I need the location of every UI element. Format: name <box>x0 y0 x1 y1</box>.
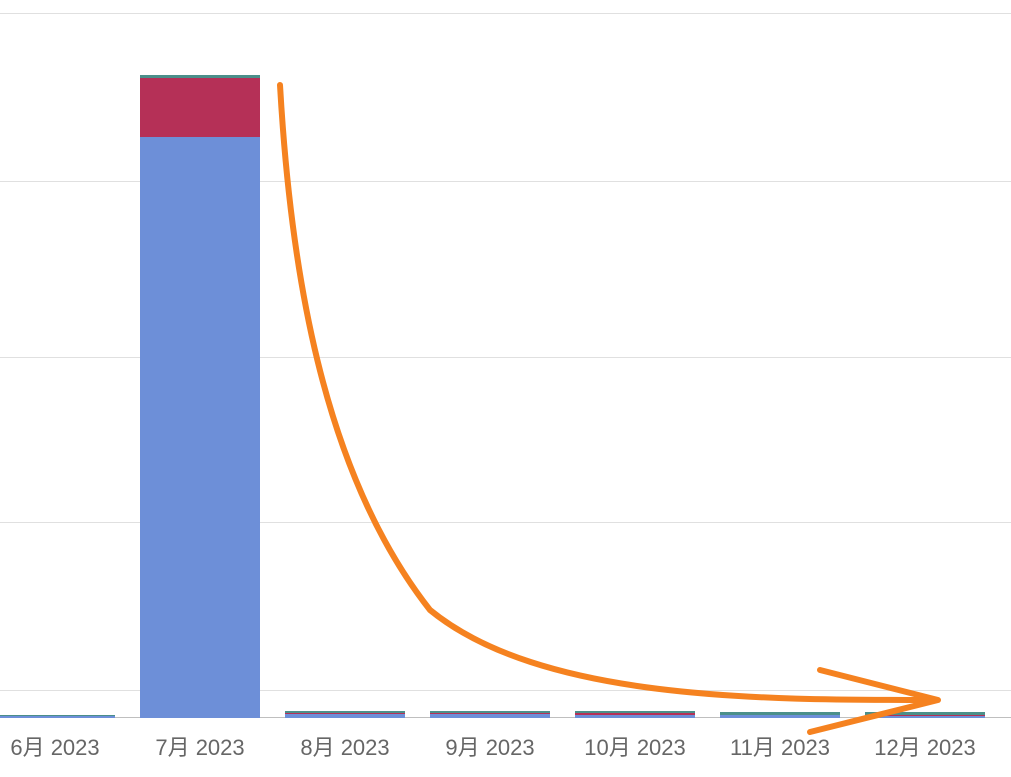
bar-12月-2023 <box>865 712 985 718</box>
bar-segment-series-a <box>140 137 260 718</box>
bar-8月-2023 <box>285 711 405 718</box>
bar-10月-2023 <box>575 711 695 718</box>
x-axis: 6月 2023 7月 2023 8月 2023 9月 2023 10月 2023… <box>0 730 1011 770</box>
x-tick-label: 12月 2023 <box>855 730 995 762</box>
x-tick-label: 7月 2023 <box>130 730 270 762</box>
x-tick-label: 9月 2023 <box>420 730 560 762</box>
bar-segment-series-a <box>285 714 405 718</box>
x-tick-label: 10月 2023 <box>565 730 705 762</box>
plot-area <box>0 0 1011 718</box>
bar-6月-2023 <box>0 715 115 718</box>
x-tick-label: 6月 2023 <box>0 730 125 762</box>
bar-9月-2023 <box>430 711 550 718</box>
bar-segment-series-a <box>865 716 985 718</box>
x-tick-label: 8月 2023 <box>275 730 415 762</box>
bar-11月-2023 <box>720 712 840 718</box>
bar-segment-series-a <box>0 716 115 718</box>
bar-segment-series-a <box>720 715 840 718</box>
bar-segment-series-b <box>140 78 260 137</box>
x-tick-label: 11月 2023 <box>710 730 850 762</box>
gridline <box>0 13 1011 14</box>
bar-segment-series-a <box>575 715 695 718</box>
bar-segment-series-a <box>430 714 550 718</box>
chart-container: 6月 2023 7月 2023 8月 2023 9月 2023 10月 2023… <box>0 0 1011 777</box>
bar-7月-2023 <box>140 75 260 718</box>
